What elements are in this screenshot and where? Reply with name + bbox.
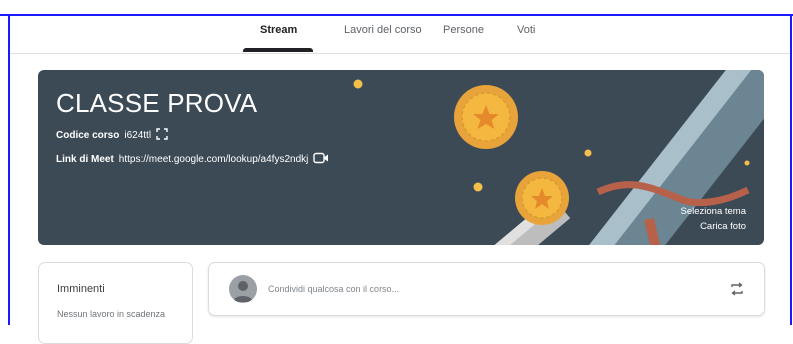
avatar-icon [229, 275, 257, 303]
class-banner: CLASSE PROVA Codice corso i624ttl Link d… [38, 70, 764, 245]
tab-classwork[interactable]: Lavori del corso [344, 24, 422, 36]
course-code-row: Codice corso i624ttl [56, 128, 168, 143]
select-theme-button[interactable]: Seleziona tema [681, 206, 746, 217]
course-code-value: i624ttl [124, 130, 152, 141]
repost-icon[interactable] [729, 281, 745, 297]
tab-grades[interactable]: Voti [517, 24, 535, 36]
selection-frame-right [790, 14, 792, 325]
upcoming-empty-text: Nessun lavoro in scadenza [57, 309, 166, 319]
meet-link-url[interactable]: https://meet.google.com/lookup/a4fys2ndk… [119, 154, 309, 165]
upload-photo-button[interactable]: Carica foto [700, 221, 746, 232]
fullscreen-icon[interactable] [156, 128, 168, 143]
active-tab-indicator [243, 48, 313, 52]
meet-link-row: Link di Meet https://meet.google.com/loo… [56, 152, 329, 167]
share-placeholder[interactable]: Condividi qualcosa con il corso... [268, 284, 399, 294]
meet-link-label: Link di Meet [56, 154, 114, 165]
class-title: CLASSE PROVA [56, 88, 258, 118]
course-code-label: Codice corso [56, 130, 120, 141]
video-camera-icon[interactable] [313, 152, 329, 167]
tab-people[interactable]: Persone [443, 24, 484, 36]
tab-stream[interactable]: Stream [260, 24, 297, 36]
upcoming-card: Imminenti Nessun lavoro in scadenza [38, 262, 193, 344]
selection-frame-left [8, 14, 10, 325]
share-box[interactable]: Condividi qualcosa con il corso... [208, 262, 765, 316]
upcoming-title: Imminenti [57, 283, 105, 295]
